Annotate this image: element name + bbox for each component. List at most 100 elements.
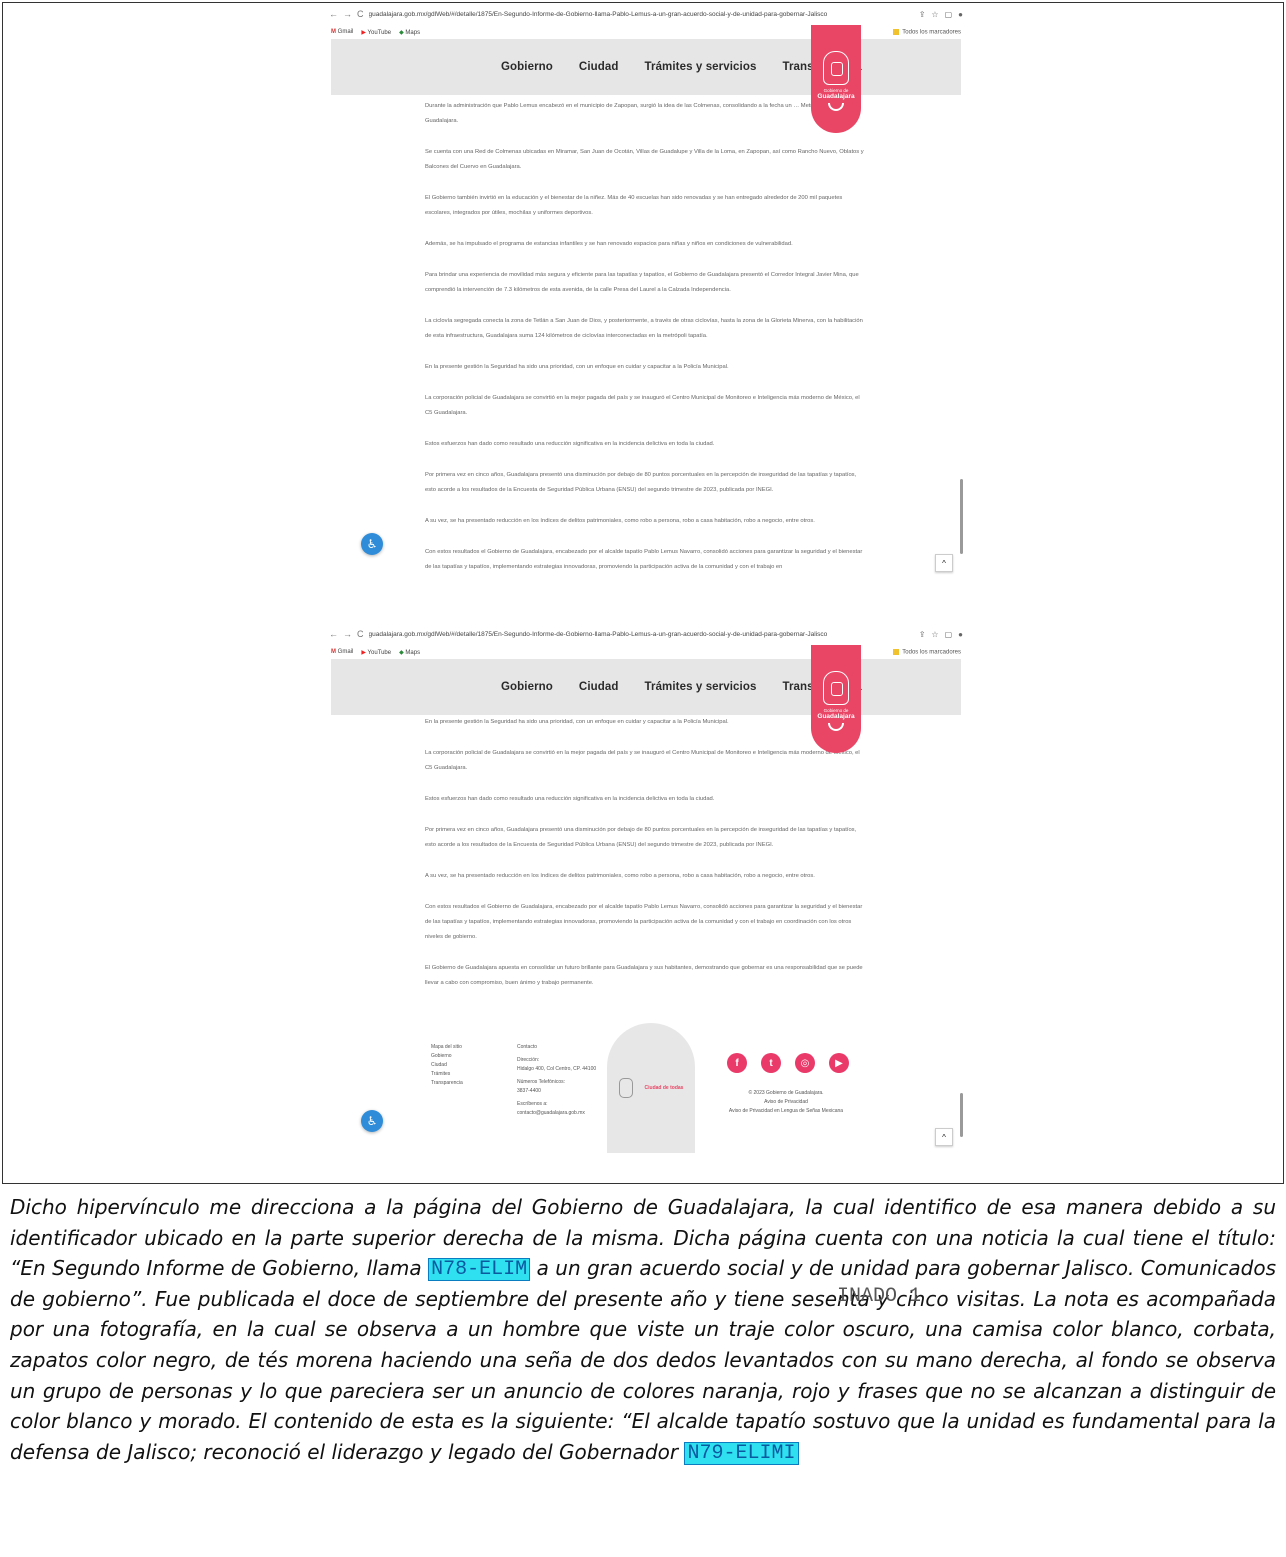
document-body-text: Dicho hipervínculo me direcciona a la pá… (10, 1192, 1276, 1467)
bookmark-star-icon[interactable]: ☆ (931, 630, 938, 639)
browser-screenshot-1: ← → C guadalajara.gob.mx/gdlWeb/#/detall… (325, 3, 967, 593)
guadalajara-logo-badge[interactable]: Gobierno de Guadalajara (811, 645, 861, 753)
privacy-lsm-link[interactable]: Aviso de Privacidad en Lengua de Señas M… (721, 1107, 851, 1116)
social-links: f t ◎ ▶ (727, 1053, 849, 1073)
paragraph: Con estos resultados el Gobierno de Guad… (425, 549, 863, 570)
paragraph: Durante la administración que Pablo Lemu… (425, 103, 844, 124)
site-nav: Gobierno Ciudad Trámites y servicios Tra… (331, 645, 961, 753)
paragraph: La corporación policial de Guadalajara s… (425, 750, 860, 771)
sitemap-link[interactable]: Trámites (431, 1070, 463, 1079)
contact-title: Contacto (517, 1044, 538, 1050)
accessibility-icon[interactable]: ♿ (361, 1110, 383, 1132)
bookmark-gmail[interactable]: M Gmail (331, 649, 353, 655)
body-part-2: a un gran acuerdo social y de unidad par… (10, 1256, 1276, 1464)
nav-gobierno[interactable]: Gobierno (501, 681, 553, 693)
paragraph: A su vez, se ha presentado reducción en … (425, 518, 815, 524)
share-icon[interactable]: ⇪ (919, 630, 926, 639)
all-bookmarks[interactable]: Todos los marcadores (893, 649, 961, 655)
all-bookmarks[interactable]: Todos los marcadores (893, 29, 961, 35)
crest-icon (823, 671, 849, 705)
sidepanel-icon[interactable]: ▢ (945, 10, 953, 19)
reload-icon[interactable]: C (357, 629, 364, 639)
sitemap: Mapa del sitio Gobierno Ciudad Trámites … (431, 1043, 463, 1088)
paragraph: En la presente gestión la Seguridad ha s… (425, 719, 729, 725)
legal-info: © 2023 Gobierno de Guadalajara. Aviso de… (721, 1089, 851, 1116)
facebook-icon[interactable]: f (727, 1053, 747, 1073)
nav-tramites[interactable]: Trámites y servicios (645, 61, 757, 73)
scroll-top-button[interactable]: ^ (935, 1128, 953, 1146)
paragraph: Por primera vez en cinco años, Guadalaja… (425, 472, 857, 493)
paragraph: El Gobierno de Guadalajara apuesta en co… (425, 965, 863, 986)
paragraph: Estos esfuerzos han dado como resultado … (425, 441, 715, 447)
redaction-tag-n79: N79-ELIMI (684, 1441, 799, 1465)
crest-icon (618, 1078, 633, 1098)
scrollbar[interactable] (960, 1093, 963, 1137)
paragraph: El Gobierno también invirtió en la educa… (425, 195, 843, 216)
smile-icon (828, 103, 844, 111)
article-content: Durante la administración que Pablo Lemu… (425, 99, 865, 591)
guadalajara-logo-badge[interactable]: Gobierno de Guadalajara (811, 25, 861, 133)
paragraph: Se cuenta con una Red de Colmenas ubicad… (425, 149, 864, 170)
redaction-tag-n78: N78-ELIM (428, 1258, 531, 1282)
site-nav: Gobierno Ciudad Trámites y servicios Tra… (331, 25, 961, 133)
crest-icon (823, 51, 849, 85)
nav-ciudad[interactable]: Ciudad (579, 61, 619, 73)
smile-icon (828, 723, 844, 731)
instagram-icon[interactable]: ◎ (795, 1053, 815, 1073)
back-icon[interactable]: ← (329, 9, 338, 19)
scroll-top-button[interactable]: ^ (935, 554, 953, 572)
bookmark-maps[interactable]: ◆ Maps (399, 649, 420, 656)
paragraph: Para brindar una experiencia de movilida… (425, 272, 859, 293)
share-icon[interactable]: ⇪ (919, 10, 926, 19)
profile-icon[interactable]: ● (958, 10, 963, 19)
youtube-icon[interactable]: ▶ (829, 1053, 849, 1073)
sitemap-link[interactable]: Gobierno (431, 1052, 463, 1061)
forward-icon[interactable]: → (343, 629, 352, 639)
browser-screenshot-2: ← → C guadalajara.gob.mx/gdlWeb/#/detall… (325, 623, 967, 1163)
paragraph: Con estos resultados el Gobierno de Guad… (425, 904, 863, 940)
sitemap-link[interactable]: Ciudad (431, 1061, 463, 1070)
bookmark-youtube[interactable]: ▶ YouTube (361, 649, 391, 656)
bookmark-star-icon[interactable]: ☆ (931, 10, 938, 19)
sitemap-link[interactable]: Transparencia (431, 1079, 463, 1088)
paragraph: En la presente gestión la Seguridad ha s… (425, 364, 729, 370)
reload-icon[interactable]: C (357, 9, 364, 19)
back-icon[interactable]: ← (329, 629, 338, 639)
accessibility-icon[interactable]: ♿ (361, 533, 383, 555)
privacy-link[interactable]: Aviso de Privacidad (721, 1098, 851, 1107)
bookmark-gmail[interactable]: M Gmail (331, 29, 353, 35)
badge-line2: Guadalajara (817, 93, 855, 100)
address-bar[interactable]: guadalajara.gob.mx/gdlWeb/#/detalle/1875… (369, 631, 914, 638)
scrollbar[interactable] (960, 479, 963, 554)
browser-toolbar: ← → C guadalajara.gob.mx/gdlWeb/#/detall… (325, 3, 967, 25)
paragraph: Estos esfuerzos han dado como resultado … (425, 796, 715, 802)
email-label: Escríbenos a: (517, 1101, 548, 1107)
phone-label: Números Telefónicos: (517, 1079, 565, 1085)
bookmarks-bar: M Gmail ▶ YouTube ◆ Maps Todos los marca… (325, 645, 967, 659)
profile-icon[interactable]: ● (958, 630, 963, 639)
paragraph: La corporación policial de Guadalajara s… (425, 395, 860, 416)
sidepanel-icon[interactable]: ▢ (945, 630, 953, 639)
address: Hidalgo 400, Col Centro, CP. 44100 (517, 1066, 597, 1072)
footer-logo-card: Ciudad de todas (607, 1023, 695, 1153)
email[interactable]: contacto@guadalajara.gob.mx (517, 1109, 597, 1118)
bookmark-youtube[interactable]: ▶ YouTube (361, 29, 391, 36)
bookmark-maps[interactable]: ◆ Maps (399, 29, 420, 36)
redaction-overlay-text: INADO 1 (837, 1285, 922, 1308)
contact-info: Contacto Dirección: Hidalgo 400, Col Cen… (517, 1043, 597, 1118)
address-label: Dirección: (517, 1057, 540, 1063)
paragraph: Además, se ha impulsado el programa de e… (425, 241, 793, 247)
browser-toolbar: ← → C guadalajara.gob.mx/gdlWeb/#/detall… (325, 623, 967, 645)
sitemap-title: Mapa del sitio (431, 1044, 462, 1050)
nav-ciudad[interactable]: Ciudad (579, 681, 619, 693)
paragraph: La ciclovía segregada conecta la zona de… (425, 318, 863, 339)
article-content: En la presente gestión la Seguridad ha s… (425, 715, 865, 1007)
twitter-icon[interactable]: t (761, 1053, 781, 1073)
nav-gobierno[interactable]: Gobierno (501, 61, 553, 73)
nav-tramites[interactable]: Trámites y servicios (645, 681, 757, 693)
paragraph: A su vez, se ha presentado reducción en … (425, 873, 815, 879)
address-bar[interactable]: guadalajara.gob.mx/gdlWeb/#/detalle/1875… (369, 11, 914, 18)
forward-icon[interactable]: → (343, 9, 352, 19)
screenshot-frame: ← → C guadalajara.gob.mx/gdlWeb/#/detall… (2, 2, 1284, 1184)
site-footer: Mapa del sitio Gobierno Ciudad Trámites … (431, 1023, 951, 1153)
